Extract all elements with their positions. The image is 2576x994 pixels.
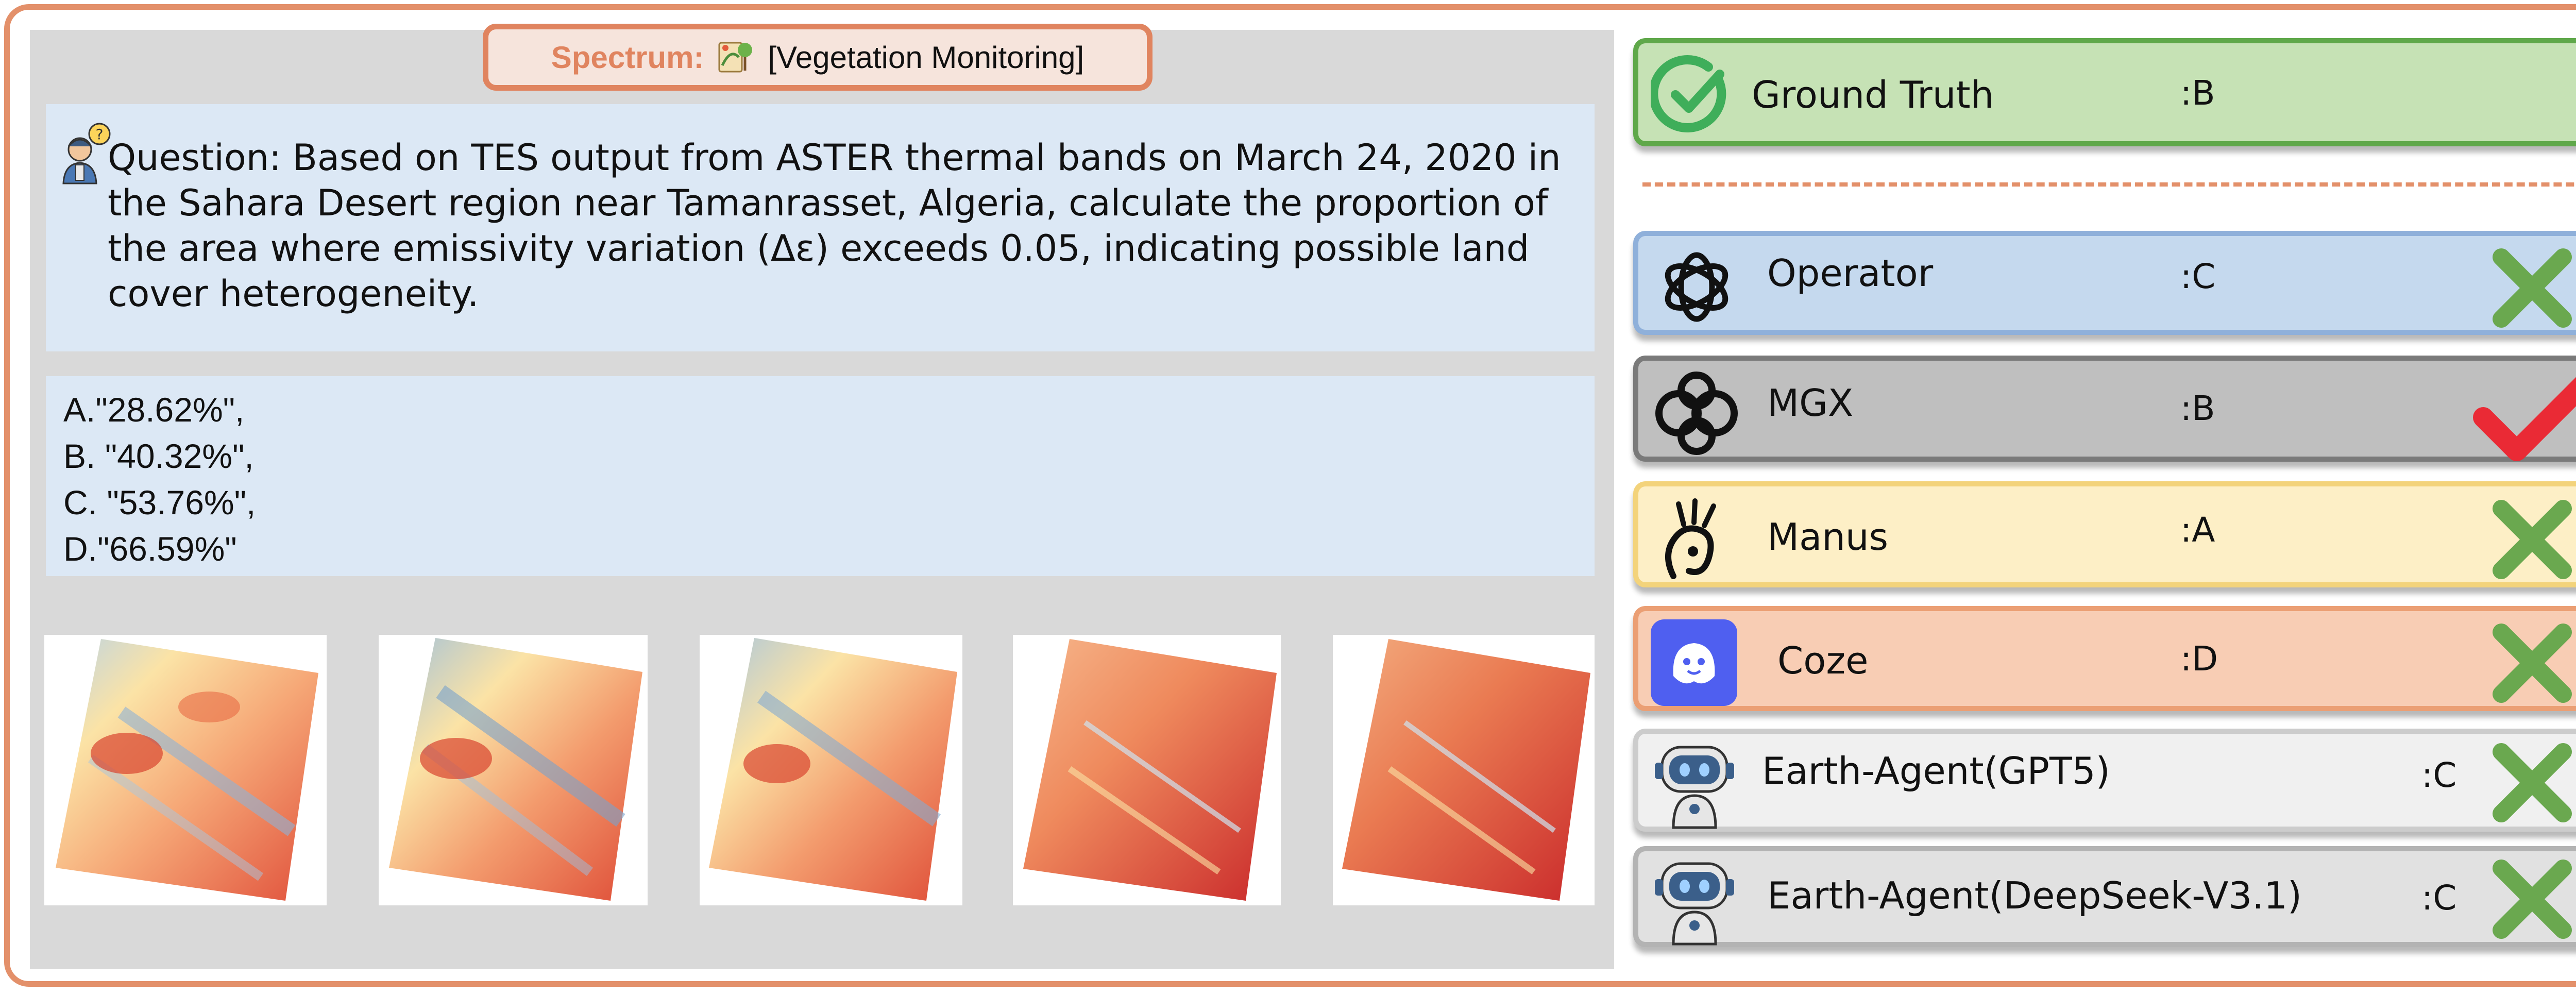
agent-row-manus: Manus :A (1633, 481, 2576, 587)
cross-icon (2488, 496, 2576, 583)
agent-answer-coze: :D (2180, 639, 2218, 679)
option-a: A."28.62%", (63, 391, 245, 429)
option-d: D."66.59%" (63, 530, 237, 568)
agent-row-earth-agent-deepseek: Earth-Agent(DeepSeek-V3.1) :C (1633, 846, 2576, 947)
agent-name-operator: Operator (1767, 251, 1934, 295)
question-box: ? Question: Based on TES output from AST… (46, 104, 1595, 351)
agent-row-coze: Coze :D (1633, 606, 2576, 711)
manus-logo-icon (1653, 494, 1735, 586)
coze-logo-icon (1651, 619, 1737, 706)
cross-icon (2488, 739, 2576, 827)
agent-answer-operator: :C (2180, 257, 2216, 296)
agent-name-earth-agent-deepseek: Earth-Agent(DeepSeek-V3.1) (1767, 874, 2302, 917)
divider (1642, 182, 2576, 187)
ground-truth-row: Ground Truth :B (1633, 38, 2576, 146)
vegetation-icon (715, 37, 756, 78)
mgx-logo-icon (1648, 368, 1745, 459)
option-c: C. "53.76%", (63, 483, 256, 521)
options-box: A."28.62%", B. "40.32%", C. "53.76%", D.… (46, 376, 1595, 576)
agent-name-manus: Manus (1767, 515, 1889, 559)
spectrum-header: Spectrum: [Vegetation Monitoring] (483, 24, 1153, 91)
emissivity-image-3 (700, 635, 962, 905)
svg-text:?: ? (96, 126, 104, 143)
option-b: B. "40.32%", (63, 437, 254, 475)
emissivity-image-1 (44, 635, 327, 905)
agent-answer-earth-agent-gpt5: :C (2421, 755, 2457, 795)
spectrum-value: [Vegetation Monitoring] (768, 40, 1084, 75)
question-text: Question: Based on TES output from ASTER… (108, 137, 1561, 315)
robot-icon (1651, 740, 1738, 831)
agent-row-mgx: MGX :B (1633, 356, 2576, 462)
cross-icon (2488, 855, 2576, 943)
emissivity-image-4 (1013, 635, 1281, 905)
cross-icon (2488, 244, 2576, 332)
agent-answer-manus: :A (2180, 510, 2215, 550)
ground-truth-answer: :B (2180, 73, 2215, 113)
agent-name-earth-agent-gpt5: Earth-Agent(GPT5) (1762, 749, 2110, 793)
agent-answer-mgx: :B (2180, 389, 2215, 428)
agent-name-coze: Coze (1777, 639, 1869, 682)
agent-row-operator: Operator :C (1633, 231, 2576, 335)
emissivity-image-5 (1333, 635, 1595, 905)
robot-icon (1651, 856, 1738, 947)
agent-name-mgx: MGX (1767, 381, 1854, 425)
agent-answer-earth-agent-deepseek: :C (2421, 878, 2457, 918)
checkmark-icon (2473, 366, 2576, 469)
agent-row-earth-agent-gpt5: Earth-Agent(GPT5) :C (1633, 729, 2576, 832)
openai-logo-icon (1648, 243, 1745, 331)
ground-truth-label: Ground Truth (1752, 73, 1994, 116)
spectrum-label: Spectrum: (551, 40, 704, 75)
emissivity-image-2 (379, 635, 648, 905)
person-question-icon: ? (59, 123, 113, 184)
check-circle-icon (1649, 54, 1733, 136)
cross-icon (2488, 619, 2576, 707)
